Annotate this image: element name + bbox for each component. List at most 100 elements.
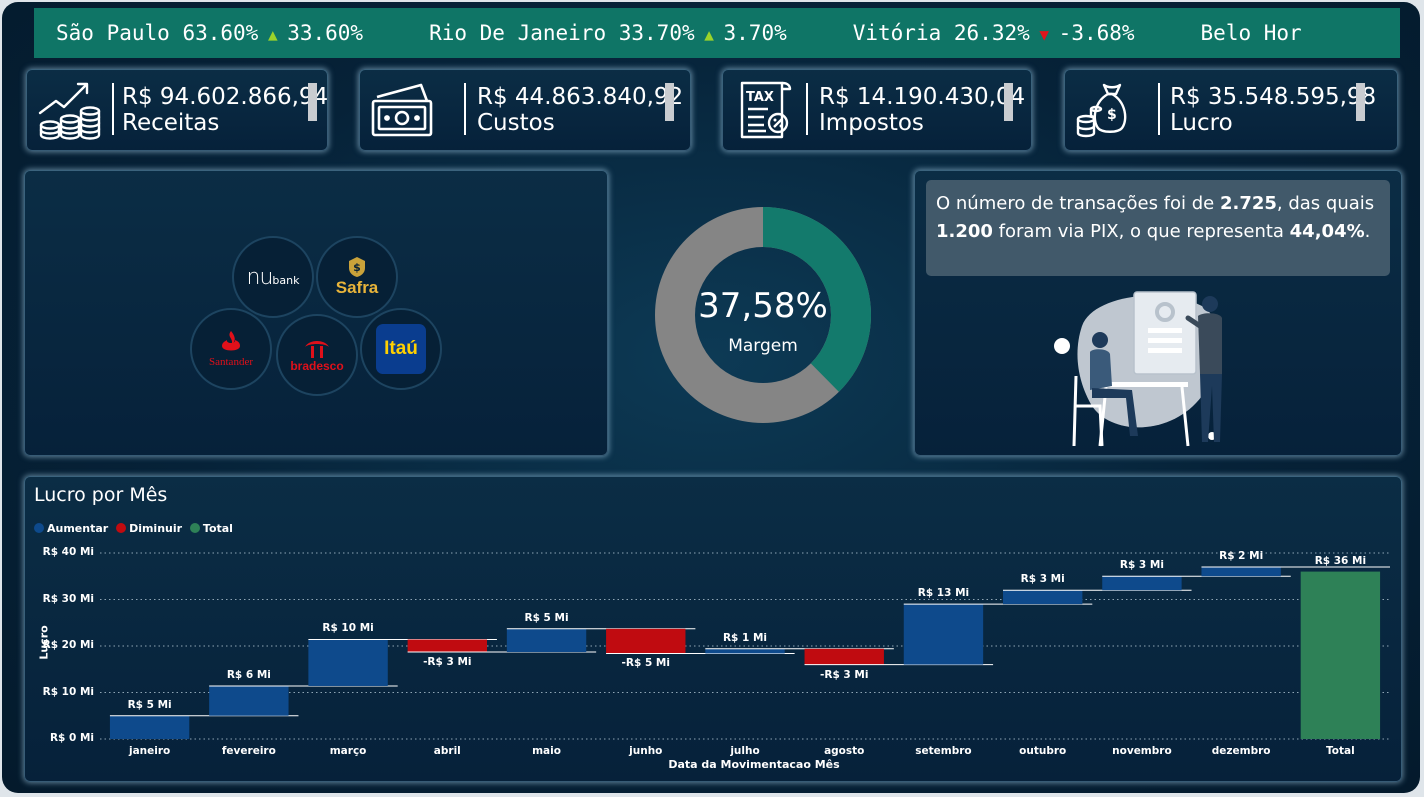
info-pix-percentage: 44,04% <box>1289 221 1365 242</box>
y-tick-label: R$ 20 Mi <box>42 639 94 651</box>
ticker-city: Vitória <box>852 21 942 45</box>
safra-text: Safra <box>335 278 379 297</box>
y-tick-label: R$ 30 Mi <box>42 592 94 605</box>
kpi-separator <box>806 83 808 135</box>
x-tick-label: janeiro <box>128 745 171 757</box>
bar-decrease[interactable] <box>804 648 884 665</box>
kpi-scrollbar[interactable] <box>1356 83 1365 121</box>
kpi-card-impostos[interactable]: TAX R$ 14.190.430,04 Impostos <box>722 69 1032 151</box>
bar-total[interactable] <box>1300 571 1381 739</box>
bar-decrease[interactable] <box>606 628 686 654</box>
svg-text:$: $ <box>1107 107 1117 123</box>
bar-increase[interactable] <box>1003 590 1083 605</box>
kpi-label: Impostos <box>819 110 924 136</box>
svg-text:TAX: TAX <box>746 90 774 105</box>
bar-increase[interactable] <box>109 715 190 739</box>
nubank-mark: nu <box>246 264 274 290</box>
ticker-delta: -3.68% <box>1058 21 1135 45</box>
data-label: R$ 3 Mi <box>1020 573 1065 586</box>
ticker-percentage: 33.70% <box>618 21 695 45</box>
kpi-value: R$ 94.602.866,94 <box>122 84 329 110</box>
ticker-item: São Paulo 63.60% ▲ 33.60% <box>56 8 363 58</box>
waterfall-chart <box>100 552 1390 740</box>
business-meeting-illustration <box>1054 291 1222 447</box>
x-tick-label: abril <box>433 745 461 757</box>
data-label: -R$ 3 Mi <box>820 668 869 681</box>
kpi-card-custos[interactable]: R$ 44.863.840,92 Custos <box>359 69 691 151</box>
bar-increase[interactable] <box>903 604 984 665</box>
kpi-scrollbar[interactable] <box>308 83 317 121</box>
x-tick-label: junho <box>629 745 663 757</box>
margin-label: Margem <box>728 336 798 356</box>
bar-decrease[interactable] <box>407 639 487 653</box>
kpi-scrollbar[interactable] <box>1004 83 1013 121</box>
arrow-up-icon: ▲ <box>694 25 724 44</box>
x-tick-label: novembro <box>1112 745 1172 757</box>
ticker-delta: 33.60% <box>287 21 364 45</box>
data-label: R$ 10 Mi <box>322 622 374 635</box>
bradesco-logo[interactable]: bradesco <box>276 314 358 396</box>
santander-logo[interactable]: Santander <box>190 308 272 390</box>
info-text: , das quais <box>1276 193 1375 214</box>
money-bag-icon: $ <box>1076 83 1127 138</box>
bar-increase[interactable] <box>1102 576 1182 591</box>
info-text: . <box>1364 221 1371 242</box>
x-tick-label: Total <box>1326 745 1355 757</box>
kpi-separator <box>464 83 466 135</box>
safra-emblem-icon: $ <box>349 257 365 277</box>
x-tick-label: outubro <box>1019 745 1067 757</box>
nubank-logo[interactable]: nubank <box>232 236 314 318</box>
santander-text: Santander <box>209 356 253 368</box>
bradesco-tree-icon <box>305 341 329 358</box>
kpi-card-lucro[interactable]: $ R$ 35.548.595,98 Lucro <box>1064 69 1398 151</box>
info-pix-transactions: 1.200 <box>936 221 993 242</box>
data-label: R$ 1 Mi <box>722 631 768 644</box>
bar-increase[interactable] <box>506 628 587 653</box>
bar-increase[interactable] <box>209 685 289 716</box>
itau-logo[interactable]: Itaú <box>360 308 442 390</box>
bar-increase[interactable] <box>308 639 388 686</box>
x-tick-label: julho <box>730 745 760 757</box>
lucro-por-mes-panel: Lucro por Mês Aumentar Diminuir Total Lu… <box>24 476 1402 782</box>
arrow-down-icon: ▼ <box>1029 25 1059 44</box>
arrow-up-icon: ▲ <box>258 25 288 44</box>
data-label: R$ 5 Mi <box>127 698 172 711</box>
data-label: R$ 2 Mi <box>1219 549 1264 562</box>
bradesco-text: bradesco <box>290 359 344 373</box>
kpi-value: R$ 14.190.430,04 <box>819 84 1026 110</box>
transactions-summary: O número de transações foi de 2.725, das… <box>926 180 1390 276</box>
data-label: -R$ 3 Mi <box>423 656 472 669</box>
y-tick-label: R$ 10 Mi <box>42 685 94 698</box>
bar-increase[interactable] <box>1201 566 1281 577</box>
x-tick-label: agosto <box>824 745 865 757</box>
kpi-label: Lucro <box>1170 110 1233 136</box>
ticker-item: Rio De Janeiro 33.70% ▲ 3.70% <box>429 8 787 58</box>
itau-text: Itaú <box>384 338 418 359</box>
data-label: R$ 36 Mi <box>1314 554 1367 567</box>
nubank-text: bank <box>272 273 300 287</box>
x-tick-label: dezembro <box>1211 745 1271 757</box>
safra-logo[interactable]: $ Safra <box>316 236 398 318</box>
kpi-card-receitas[interactable]: R$ 94.602.866,94 Receitas <box>26 69 328 151</box>
info-text: foram via PIX, o que representa <box>992 221 1290 242</box>
x-tick-label: maio <box>532 745 561 757</box>
margin-donut[interactable]: 37,58% Margem <box>652 204 874 426</box>
ticker-city: Rio De Janeiro <box>429 21 607 45</box>
santander-flame-icon <box>222 331 240 351</box>
dashboard: São Paulo 63.60% ▲ 33.60% Rio De Janeiro … <box>2 2 1420 793</box>
ticker-city: Belo Hor <box>1200 21 1302 45</box>
bar-increase[interactable] <box>705 648 785 654</box>
svg-text:$: $ <box>353 261 361 274</box>
info-text: O número de transações foi de <box>936 193 1220 214</box>
money-bill-icon <box>371 83 433 137</box>
data-label: R$ 6 Mi <box>226 668 271 681</box>
kpi-value: R$ 35.548.595,98 <box>1170 84 1377 110</box>
x-tick-label: fevereiro <box>221 745 276 757</box>
data-label: R$ 13 Mi <box>917 587 970 600</box>
data-label: -R$ 5 Mi <box>621 657 670 670</box>
kpi-value: R$ 44.863.840,92 <box>477 84 684 110</box>
kpi-label: Receitas <box>122 110 220 136</box>
kpi-separator <box>1158 83 1160 135</box>
kpi-scrollbar[interactable] <box>665 83 674 121</box>
kpi-label: Custos <box>477 110 555 136</box>
